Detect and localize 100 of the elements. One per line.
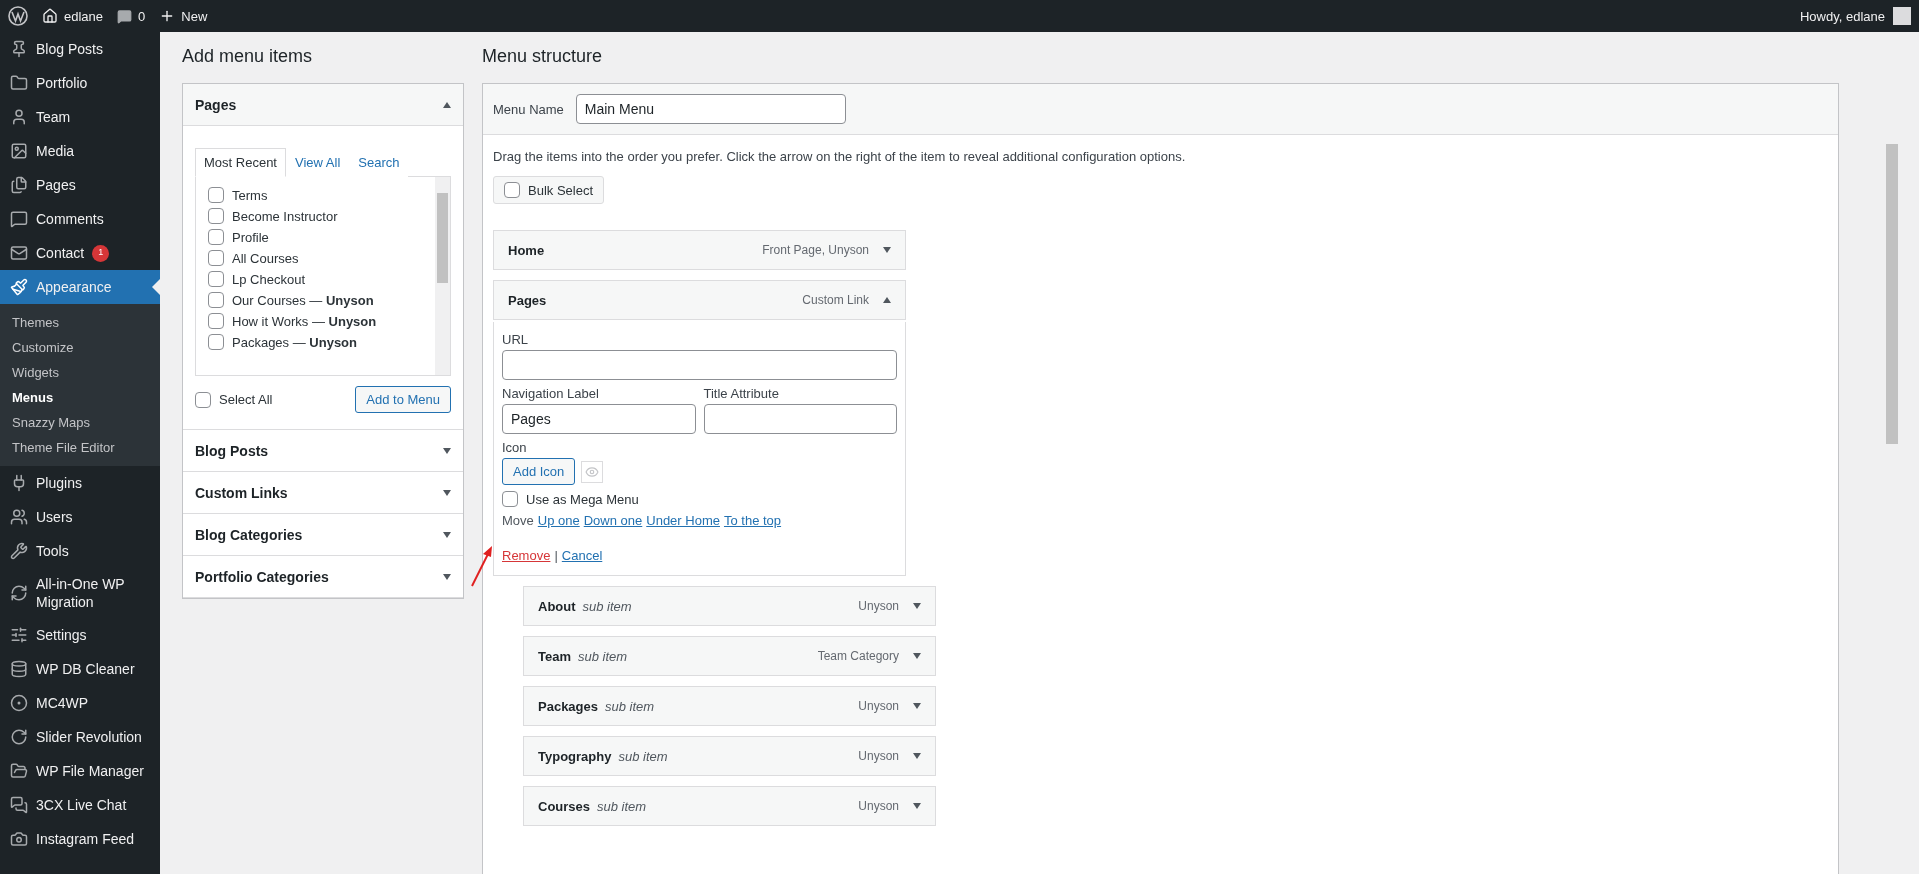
pin-icon — [10, 40, 28, 58]
move-link[interactable]: Up one — [537, 513, 580, 528]
menu-item-bar[interactable]: Home Front Page, Unyson — [493, 230, 906, 270]
accordion-header[interactable]: Pages — [183, 84, 463, 126]
scrollbar[interactable] — [435, 177, 450, 375]
add-icon-button[interactable]: Add Icon — [502, 458, 576, 485]
select-all-label: Select All — [219, 392, 273, 407]
checkbox[interactable] — [208, 271, 224, 287]
menu-item-bar[interactable]: Typography sub item Unyson — [523, 736, 936, 776]
menu-item-title: About — [538, 598, 576, 614]
navigation-label-field[interactable]: Pages — [502, 404, 696, 434]
caret-icon — [443, 447, 451, 454]
menu-item-type: Unyson — [858, 749, 899, 763]
new-link[interactable]: New — [159, 8, 208, 24]
move-link[interactable]: Under Home — [646, 513, 720, 528]
menu-item-type: Front Page, Unyson — [762, 243, 869, 257]
sidebar-item[interactable]: Instagram Feed — [0, 822, 160, 857]
sidebar-item[interactable]: Settings — [0, 618, 160, 653]
url-field[interactable] — [502, 350, 897, 380]
menu-item-bar[interactable]: About sub item Unyson — [523, 586, 936, 626]
menu-item-bar[interactable]: Packages sub item Unyson — [523, 686, 936, 726]
sidebar-item[interactable]: Media — [0, 134, 160, 168]
home-icon — [42, 8, 58, 24]
submenu-item[interactable]: Customize — [0, 335, 160, 360]
sidebar-item[interactable]: All-in-One WP Migration — [0, 568, 160, 619]
menu-item-title: Courses — [538, 798, 591, 814]
chat-icon — [10, 796, 28, 815]
submenu-item[interactable]: Snazzy Maps — [0, 410, 160, 435]
checkbox[interactable] — [502, 491, 518, 507]
sidebar-item[interactable]: Blog Posts — [0, 32, 160, 66]
add-to-menu-button[interactable]: Add to Menu — [355, 386, 451, 413]
page-label: All Courses — [232, 250, 299, 266]
section-title: Add menu items — [182, 46, 314, 67]
sidebar-item[interactable]: Contact 1 — [0, 236, 160, 270]
sub-item-note: sub item — [582, 598, 632, 614]
sidebar-item[interactable]: Tools — [0, 534, 160, 568]
submenu-item[interactable]: Themes — [0, 310, 160, 335]
caret-icon[interactable] — [883, 247, 891, 253]
submenu-item[interactable]: Menus — [0, 385, 160, 410]
checkbox[interactable] — [208, 334, 224, 350]
bulk-select-button[interactable]: Bulk Select — [493, 176, 605, 204]
move-label: Move — [502, 513, 534, 528]
tab[interactable]: Most Recent — [195, 148, 286, 177]
sidebar-item[interactable]: WP File Manager — [0, 754, 160, 789]
annotation-arrow — [470, 544, 494, 588]
page-label: How it Works — Unyson — [232, 313, 377, 329]
comment-icon — [117, 8, 133, 24]
checkbox[interactable] — [195, 391, 211, 408]
checkbox[interactable] — [208, 187, 224, 203]
sidebar-item[interactable]: Comments — [0, 202, 160, 236]
mega-menu-label: Use as Mega Menu — [526, 491, 639, 507]
remove-link[interactable]: Remove — [502, 548, 551, 563]
sub-item-note: sub item — [618, 748, 668, 764]
checkbox[interactable] — [208, 313, 224, 329]
menu-item-bar[interactable]: Team sub item Team Category — [523, 636, 936, 676]
menu-item-bar[interactable]: Pages Custom Link — [493, 280, 906, 320]
sidebar-item[interactable]: WP DB Cleaner — [0, 652, 160, 687]
site-link[interactable]: edlane — [42, 8, 104, 24]
sidebar-item[interactable]: MC4WP — [0, 686, 160, 721]
field-label: URL — [502, 332, 529, 347]
sidebar-item[interactable]: Slider Revolution — [0, 720, 160, 755]
sidebar-item[interactable]: 3CX Live Chat — [0, 788, 160, 823]
greeting[interactable]: Howdy, edlane — [1799, 8, 1885, 24]
logo-icon[interactable] — [8, 6, 28, 26]
page-label: Terms — [232, 187, 268, 203]
caret-icon[interactable] — [913, 703, 921, 709]
page-label: Packages — Unyson — [232, 334, 357, 350]
caret-icon[interactable] — [913, 653, 921, 659]
caret-icon[interactable] — [913, 753, 921, 759]
circle-icon — [10, 694, 28, 713]
submenu-item[interactable]: Theme File Editor — [0, 435, 160, 460]
caret-icon — [443, 531, 451, 538]
menu-item-type: Custom Link — [802, 293, 869, 307]
move-link[interactable]: Down one — [583, 513, 643, 528]
menu-name-field[interactable]: Main Menu — [575, 94, 846, 124]
caret-icon[interactable] — [883, 297, 891, 303]
checkbox[interactable] — [208, 250, 224, 266]
sidebar-item[interactable]: Portfolio — [0, 66, 160, 100]
brush-icon — [10, 278, 28, 296]
checkbox[interactable] — [504, 182, 520, 198]
menu-item-type: Unyson — [858, 799, 899, 813]
menu-item-bar[interactable]: Courses sub item Unyson — [523, 786, 936, 826]
checkbox[interactable] — [208, 208, 224, 224]
move-link[interactable]: To the top — [723, 513, 782, 528]
sidebar-item[interactable]: Team — [0, 100, 160, 134]
cancel-link[interactable]: Cancel — [561, 548, 603, 563]
menu-item-title: Pages — [508, 292, 547, 308]
sidebar-item[interactable]: Users — [0, 500, 160, 534]
sidebar-item[interactable]: Appearance — [0, 270, 160, 304]
caret-icon[interactable] — [913, 603, 921, 609]
eye-icon[interactable] — [581, 460, 604, 483]
title-attribute-field[interactable] — [703, 404, 897, 434]
sidebar-item[interactable]: Plugins — [0, 466, 160, 500]
caret-icon[interactable] — [913, 803, 921, 809]
comment-icon — [10, 210, 28, 228]
sidebar-item[interactable]: Pages — [0, 168, 160, 202]
comments-link[interactable]: 0 — [117, 8, 146, 24]
checkbox[interactable] — [208, 229, 224, 245]
checkbox[interactable] — [208, 292, 224, 308]
submenu-item[interactable]: Widgets — [0, 360, 160, 385]
